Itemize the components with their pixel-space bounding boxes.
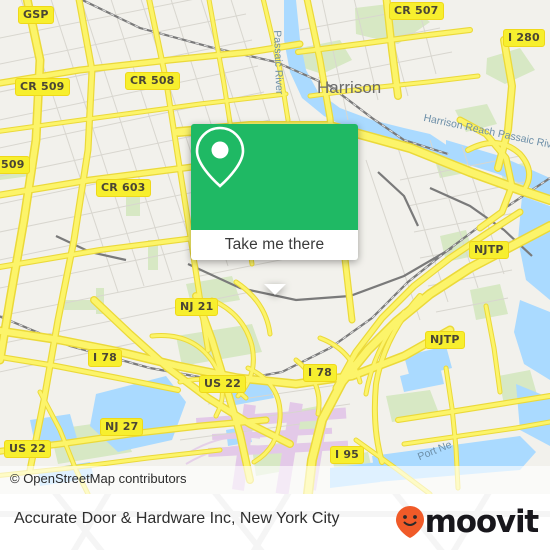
page-title: Accurate Door & Hardware Inc, New York C… xyxy=(14,510,340,527)
road-shield: CR 509 xyxy=(15,78,70,96)
take-me-there-label: Take me there xyxy=(224,236,325,253)
place-label: Harrison xyxy=(317,78,382,97)
location-popup-card[interactable]: Take me there xyxy=(191,124,358,295)
road-shield: NJTP xyxy=(469,241,509,259)
popup-image-area xyxy=(191,124,358,230)
popup-pointer-tail xyxy=(263,284,286,295)
road-shield: NJTP xyxy=(425,331,465,349)
road-shield: NJ 27 xyxy=(100,418,144,436)
road-shield: CR 507 xyxy=(389,2,444,20)
water-label: Passaic River xyxy=(271,30,286,95)
road-shield: CR 603 xyxy=(96,179,151,197)
footer-bar: Accurate Door & Hardware Inc, New York C… xyxy=(0,494,550,550)
road-shield: I 280 xyxy=(503,29,545,47)
road-shield: 509 xyxy=(0,156,30,174)
map-pin-icon xyxy=(195,126,245,188)
popup-action-bar[interactable]: Take me there xyxy=(191,230,358,260)
attribution-text: © OpenStreetMap contributors xyxy=(10,471,187,486)
map-attribution: © OpenStreetMap contributors xyxy=(0,466,550,494)
road-shield: GSP xyxy=(18,6,54,24)
screenshot-root: GSP CR 508 CR 507 I 280 CR 509 509 CR 603 NJTP N… xyxy=(0,0,550,550)
road-shield: I 78 xyxy=(88,349,123,367)
road-shield: I 78 xyxy=(303,364,338,382)
map-canvas[interactable]: GSP CR 508 CR 507 I 280 CR 509 509 CR 603 NJTP N… xyxy=(0,0,550,494)
moovit-pin-icon xyxy=(395,506,424,538)
road-shield: I 95 xyxy=(330,446,365,464)
moovit-wordmark: moovit xyxy=(424,503,540,540)
road-shield: NJ 21 xyxy=(175,298,219,316)
moovit-logo[interactable]: moovit xyxy=(395,503,540,540)
road-shield: US 22 xyxy=(4,440,51,458)
road-shield: CR 508 xyxy=(125,72,180,90)
road-shield: US 22 xyxy=(199,375,246,393)
